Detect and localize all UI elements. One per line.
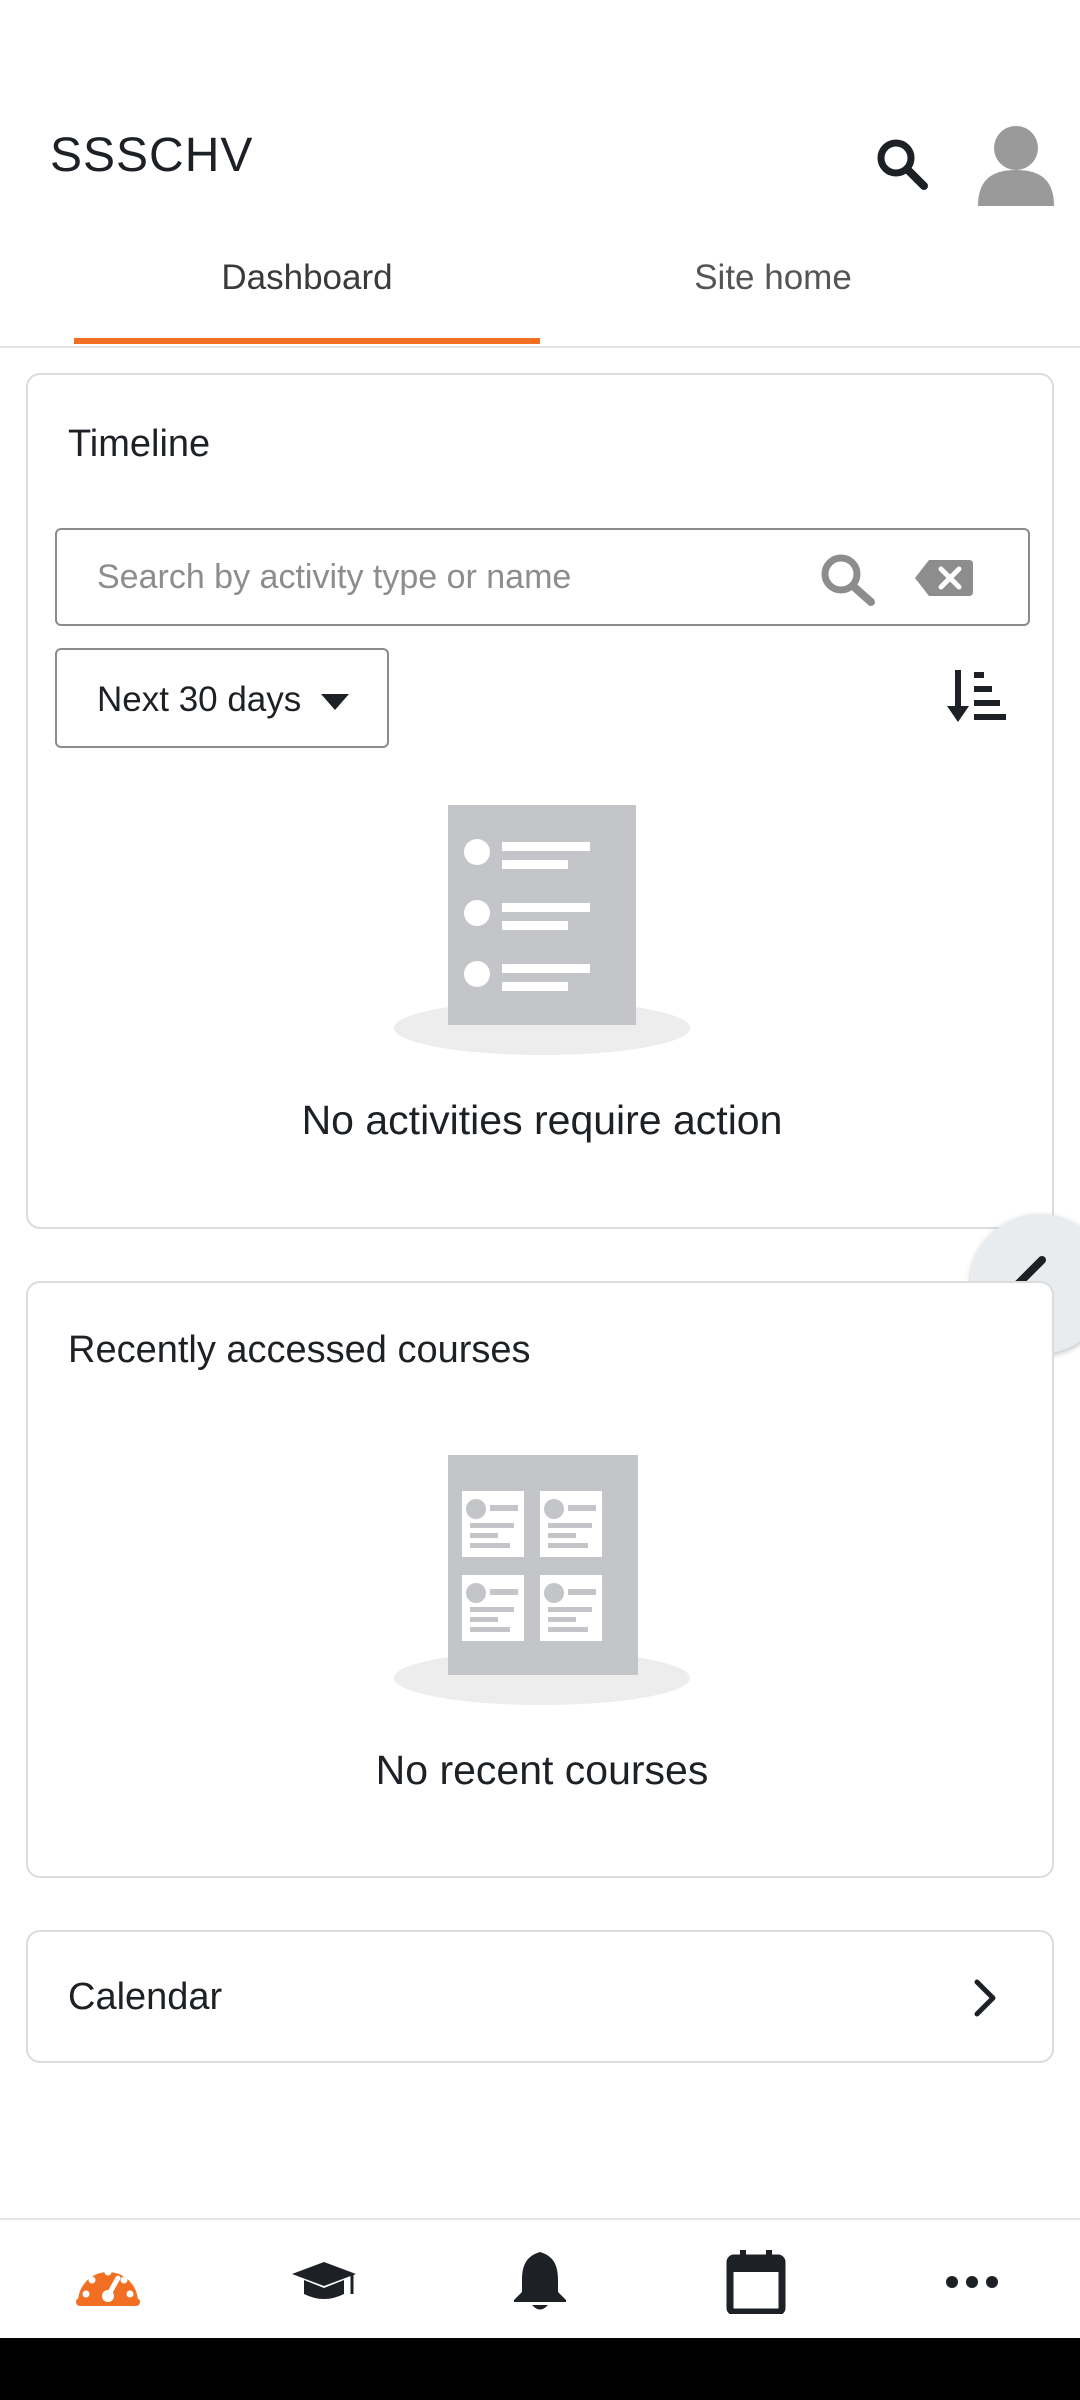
more-icon[interactable]: [932, 2250, 1012, 2314]
site-title: SSSCHV: [50, 129, 254, 182]
calendar-icon[interactable]: [716, 2250, 796, 2316]
empty-activities-illustration: [392, 805, 692, 1055]
dashboard-icon[interactable]: [68, 2250, 148, 2314]
calendar-title: Calendar: [68, 1976, 223, 2018]
calendar-card[interactable]: Calendar: [26, 1930, 1054, 2063]
search-placeholder: Search by activity type or name: [97, 558, 572, 596]
timeline-title: Timeline: [68, 423, 211, 465]
tab-site-home[interactable]: Site home: [540, 258, 1006, 298]
caret-down-icon: [321, 694, 349, 710]
courses-icon[interactable]: [284, 2250, 364, 2314]
sort-icon[interactable]: [946, 668, 1006, 724]
search-icon[interactable]: [874, 136, 930, 192]
tabs-divider: [0, 346, 1080, 348]
search-icon[interactable]: [817, 550, 877, 608]
recent-courses-title: Recently accessed courses: [68, 1329, 531, 1371]
tab-dashboard[interactable]: Dashboard: [74, 258, 540, 298]
bottom-navigation: [0, 2218, 1080, 2340]
timeline-date-filter[interactable]: Next 30 days: [55, 648, 389, 748]
recent-courses-card: Recently accessed courses No recent cour…: [26, 1281, 1054, 1878]
empty-courses-illustration: [392, 1455, 692, 1705]
timeline-empty-message: No activities require action: [301, 1097, 783, 1143]
user-avatar-icon[interactable]: [978, 124, 1054, 206]
notifications-icon[interactable]: [500, 2250, 580, 2314]
recent-courses-empty-message: No recent courses: [375, 1747, 709, 1793]
system-navigation-bar: [0, 2338, 1080, 2400]
active-tab-indicator: [74, 338, 540, 344]
timeline-search-input[interactable]: Search by activity type or name: [55, 528, 1030, 626]
filter-label: Next 30 days: [97, 680, 302, 719]
clear-search-icon[interactable]: [915, 560, 973, 596]
timeline-card: Timeline Search by activity type or name…: [26, 373, 1054, 1229]
chevron-right-icon: [974, 1979, 996, 2017]
